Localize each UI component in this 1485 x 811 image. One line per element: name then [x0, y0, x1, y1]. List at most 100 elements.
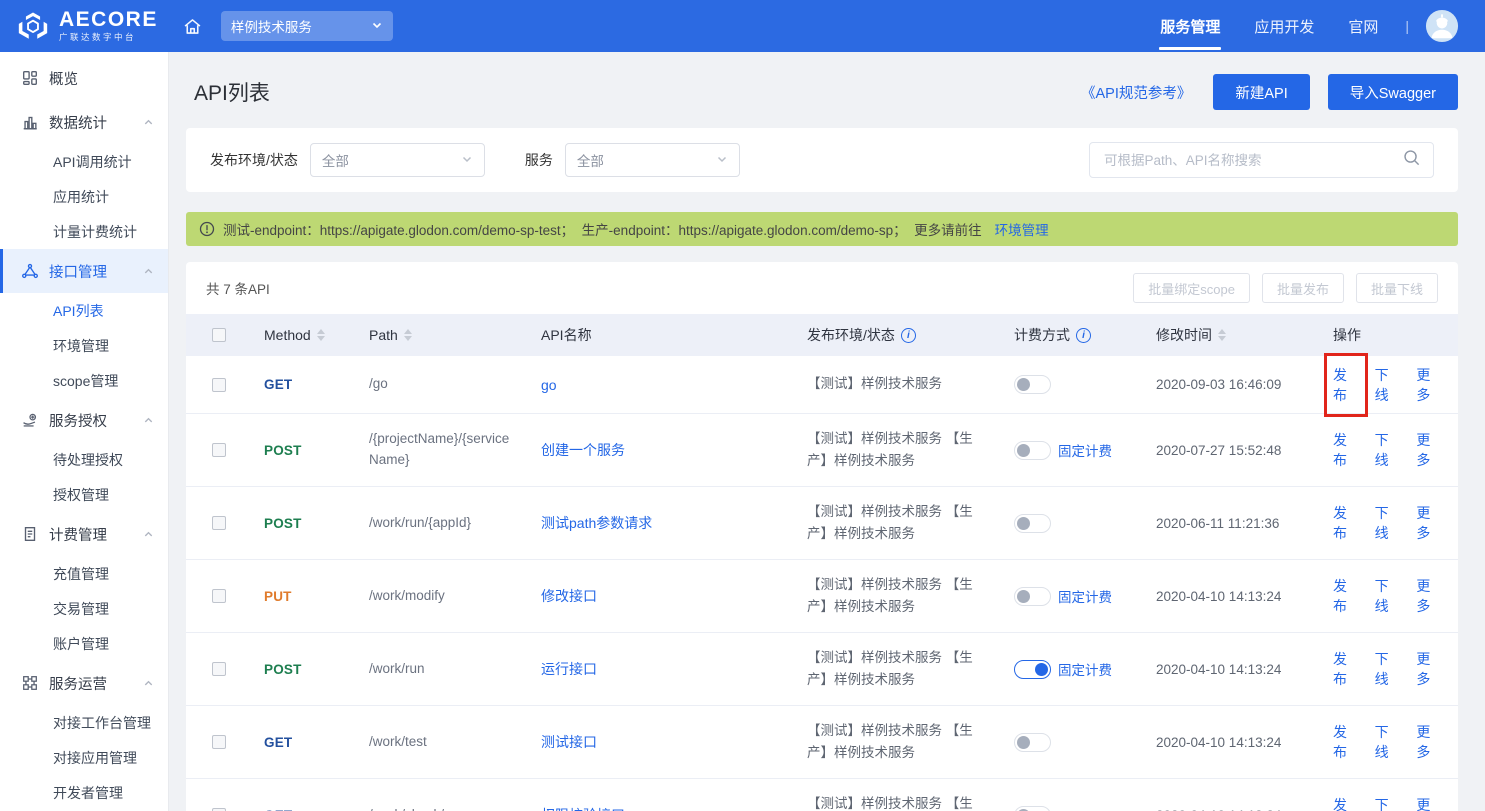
- sidebar-group-计费管理[interactable]: 计费管理: [0, 512, 168, 556]
- billing-type-link[interactable]: 固定计费: [1058, 440, 1112, 460]
- publish-link[interactable]: 发布: [1333, 503, 1360, 543]
- billing-toggle[interactable]: [1014, 806, 1051, 811]
- search-box[interactable]: [1089, 142, 1434, 178]
- billing-type-link[interactable]: 固定计费: [1058, 586, 1112, 606]
- api-name-link[interactable]: 创建一个服务: [541, 440, 625, 460]
- more-link[interactable]: 更多: [1416, 649, 1443, 689]
- search-input[interactable]: [1102, 152, 1402, 169]
- offline-link[interactable]: 下线: [1375, 722, 1402, 762]
- env-filter-select[interactable]: 全部: [310, 143, 485, 177]
- info-icon[interactable]: i: [1076, 328, 1091, 343]
- sort-icon[interactable]: [317, 329, 325, 341]
- env-filter-value: 全部: [322, 150, 349, 170]
- topnav-item[interactable]: 官网: [1331, 0, 1395, 52]
- search-icon[interactable]: [1402, 148, 1421, 172]
- sidebar-group-数据统计[interactable]: 数据统计: [0, 100, 168, 144]
- info-icon[interactable]: i: [901, 328, 916, 343]
- select-all-checkbox[interactable]: [212, 328, 226, 342]
- row-checkbox[interactable]: [212, 443, 226, 457]
- sidebar-item-授权管理[interactable]: 授权管理: [0, 477, 168, 512]
- brand-logo[interactable]: AECORE 广联达数字中台: [16, 9, 158, 43]
- toggle-knob: [1035, 663, 1048, 676]
- home-icon[interactable]: [182, 16, 203, 37]
- sidebar-item-scope管理[interactable]: scope管理: [0, 363, 168, 398]
- publish-link[interactable]: 发布: [1333, 365, 1360, 405]
- sort-icon[interactable]: [404, 329, 412, 341]
- modified-time: 2020-06-11 11:21:36: [1156, 516, 1279, 531]
- api-name-link[interactable]: 修改接口: [541, 586, 597, 606]
- main-content: API列表 《API规范参考》 新建API 导入Swagger 发布环境/状态 …: [168, 52, 1485, 811]
- offline-link[interactable]: 下线: [1375, 576, 1402, 616]
- sort-icon[interactable]: [1218, 329, 1226, 341]
- more-link[interactable]: 更多: [1416, 365, 1443, 405]
- offline-link[interactable]: 下线: [1375, 365, 1402, 405]
- service-selector[interactable]: 样例技术服务: [221, 11, 393, 41]
- more-link[interactable]: 更多: [1416, 722, 1443, 762]
- batch-button[interactable]: 批量发布: [1262, 273, 1344, 303]
- more-link[interactable]: 更多: [1416, 430, 1443, 470]
- more-link[interactable]: 更多: [1416, 503, 1443, 543]
- topnav-item[interactable]: 应用开发: [1237, 0, 1331, 52]
- user-avatar[interactable]: [1425, 9, 1459, 43]
- offline-link[interactable]: 下线: [1375, 430, 1402, 470]
- table-header: Method Path API名称 发布环境/状态 i 计费方式 i 修改时: [186, 314, 1458, 356]
- billing-type-link[interactable]: 固定计费: [1058, 659, 1112, 679]
- sidebar-item-应用统计[interactable]: 应用统计: [0, 179, 168, 214]
- billing-toggle[interactable]: [1014, 441, 1051, 460]
- sidebar-item-开发者管理[interactable]: 开发者管理: [0, 775, 168, 810]
- env-status: 【测试】样例技术服务 【生产】样例技术服务: [807, 574, 986, 619]
- publish-link[interactable]: 发布: [1333, 576, 1360, 616]
- offline-link[interactable]: 下线: [1375, 795, 1402, 811]
- sidebar-item-对接应用管理[interactable]: 对接应用管理: [0, 740, 168, 775]
- offline-link[interactable]: 下线: [1375, 503, 1402, 543]
- api-name-link[interactable]: 权限校验接口: [541, 805, 625, 811]
- more-link[interactable]: 更多: [1416, 576, 1443, 616]
- more-link[interactable]: 更多: [1416, 795, 1443, 811]
- sidebar-item-待处理授权[interactable]: 待处理授权: [0, 442, 168, 477]
- row-checkbox[interactable]: [212, 589, 226, 603]
- sidebar-group-服务授权[interactable]: 服务授权: [0, 398, 168, 442]
- api-name-link[interactable]: 运行接口: [541, 659, 597, 679]
- chevron-up-icon: [143, 415, 154, 426]
- row-checkbox[interactable]: [212, 378, 226, 392]
- sidebar-item-账户管理[interactable]: 账户管理: [0, 626, 168, 661]
- batch-button[interactable]: 批量绑定scope: [1133, 273, 1250, 303]
- publish-link[interactable]: 发布: [1333, 722, 1360, 762]
- sidebar-item-计量计费统计[interactable]: 计量计费统计: [0, 214, 168, 249]
- billing-toggle[interactable]: [1014, 375, 1051, 394]
- api-spec-link[interactable]: 《API规范参考》: [1081, 82, 1191, 103]
- batch-button[interactable]: 批量下线: [1356, 273, 1438, 303]
- billing-toggle[interactable]: [1014, 733, 1051, 752]
- sidebar-item-API调用统计[interactable]: API调用统计: [0, 144, 168, 179]
- row-checkbox[interactable]: [212, 662, 226, 676]
- service-filter-select[interactable]: 全部: [565, 143, 740, 177]
- topnav: 服务管理应用开发官网: [1143, 0, 1395, 52]
- import-swagger-button[interactable]: 导入Swagger: [1328, 74, 1458, 110]
- sidebar-group-服务运营[interactable]: 服务运营: [0, 661, 168, 705]
- sidebar-item-充值管理[interactable]: 充值管理: [0, 556, 168, 591]
- api-path: /work/check/scopes: [369, 805, 487, 811]
- publish-link[interactable]: 发布: [1333, 795, 1360, 811]
- sidebar-group-概览[interactable]: 概览: [0, 56, 168, 100]
- operation-icon: [21, 674, 39, 692]
- billing-toggle[interactable]: [1014, 660, 1051, 679]
- publish-link[interactable]: 发布: [1333, 649, 1360, 689]
- billing-toggle[interactable]: [1014, 514, 1051, 533]
- api-name-link[interactable]: 测试接口: [541, 732, 597, 752]
- offline-link[interactable]: 下线: [1375, 649, 1402, 689]
- create-api-button[interactable]: 新建API: [1213, 74, 1309, 110]
- publish-link[interactable]: 发布: [1333, 430, 1360, 470]
- sidebar-item-对接工作台管理[interactable]: 对接工作台管理: [0, 705, 168, 740]
- env-manage-link[interactable]: 环境管理: [995, 219, 1049, 239]
- batch-buttons: 批量绑定scope 批量发布批量下线: [1121, 273, 1438, 303]
- sidebar-group-接口管理[interactable]: 接口管理: [0, 249, 168, 293]
- topnav-item[interactable]: 服务管理: [1143, 0, 1237, 52]
- row-checkbox[interactable]: [212, 516, 226, 530]
- sidebar-item-API列表[interactable]: API列表: [0, 293, 168, 328]
- api-name-link[interactable]: go: [541, 377, 557, 393]
- api-name-link[interactable]: 测试path参数请求: [541, 513, 652, 533]
- row-checkbox[interactable]: [212, 735, 226, 749]
- sidebar-item-环境管理[interactable]: 环境管理: [0, 328, 168, 363]
- billing-toggle[interactable]: [1014, 587, 1051, 606]
- sidebar-item-交易管理[interactable]: 交易管理: [0, 591, 168, 626]
